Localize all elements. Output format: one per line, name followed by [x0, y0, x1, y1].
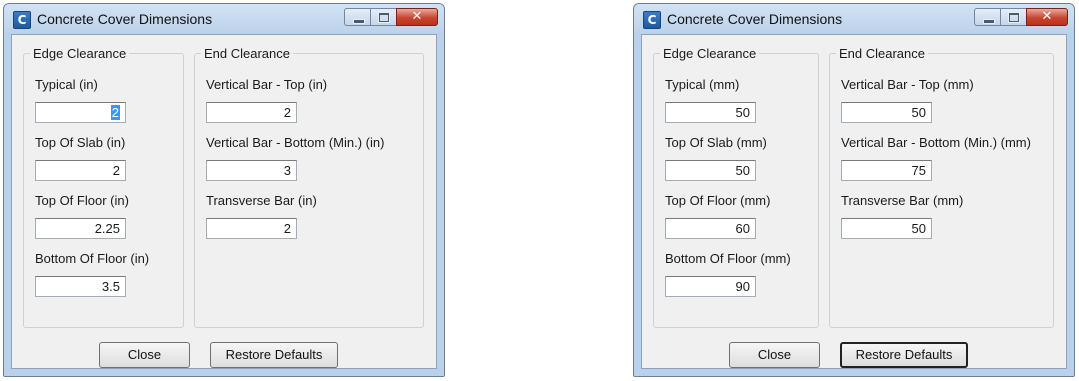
close-button[interactable]: Close [99, 342, 190, 368]
top-of-floor-input[interactable]: 2.25 [35, 218, 126, 239]
end-clearance-group: End Clearance Vertical Bar - Top (in) 2 … [194, 46, 424, 328]
edge-clearance-group: Edge Clearance Typical (in) 2 Top Of Sla… [23, 46, 184, 328]
bottom-of-floor-label: Bottom Of Floor (in) [35, 251, 150, 266]
vertical-bar-bottom-input[interactable]: 75 [841, 160, 932, 181]
restore-defaults-button[interactable]: Restore Defaults [210, 342, 338, 368]
top-of-floor-label: Top Of Floor (mm) [665, 193, 771, 208]
end-clearance-legend: End Clearance [204, 46, 290, 61]
transverse-bar-input[interactable]: 50 [841, 218, 932, 239]
typical-label: Typical (mm) [665, 77, 740, 92]
bottom-of-floor-label: Bottom Of Floor (mm) [665, 251, 791, 266]
vertical-bar-bottom-label: Vertical Bar - Bottom (Min.) (mm) [841, 135, 1031, 150]
caption-buttons: ✕ [974, 8, 1068, 28]
top-of-slab-input[interactable]: 50 [665, 160, 756, 181]
vertical-bar-bottom-input[interactable]: 3 [206, 160, 297, 181]
maximize-icon [379, 13, 389, 22]
edge-clearance-group: Edge Clearance Typical (mm) 50 Top Of Sl… [653, 46, 819, 328]
close-window-button[interactable]: ✕ [1026, 8, 1068, 26]
close-icon: ✕ [1041, 9, 1053, 24]
bottom-of-floor-input[interactable]: 3.5 [35, 276, 126, 297]
close-button[interactable]: Close [729, 342, 820, 368]
top-of-floor-input[interactable]: 60 [665, 218, 756, 239]
vertical-bar-bottom-label: Vertical Bar - Bottom (Min.) (in) [206, 135, 385, 150]
vertical-bar-top-input[interactable]: 2 [206, 102, 297, 123]
close-window-button[interactable]: ✕ [396, 8, 438, 26]
vertical-bar-top-label: Vertical Bar - Top (in) [206, 77, 328, 92]
app-icon: C [643, 11, 661, 29]
vertical-bar-top-input[interactable]: 50 [841, 102, 932, 123]
transverse-bar-label: Transverse Bar (mm) [841, 193, 964, 208]
dialog-inches: C Concrete Cover Dimensions ✕ Edge Clear… [3, 3, 445, 377]
minimize-button[interactable] [974, 8, 1000, 26]
app-icon: C [13, 11, 31, 29]
title-bar[interactable]: C Concrete Cover Dimensions ✕ [634, 4, 1074, 34]
maximize-button[interactable] [370, 8, 396, 26]
window-title: Concrete Cover Dimensions [667, 11, 843, 27]
transverse-bar-input[interactable]: 2 [206, 218, 297, 239]
typical-input[interactable]: 2 [35, 102, 126, 123]
transverse-bar-label: Transverse Bar (in) [206, 193, 317, 208]
end-clearance-group: End Clearance Vertical Bar - Top (mm) 50… [829, 46, 1054, 328]
maximize-button[interactable] [1000, 8, 1026, 26]
restore-defaults-button[interactable]: Restore Defaults [840, 342, 968, 368]
dialog-millimeters: C Concrete Cover Dimensions ✕ Edge Clear… [633, 3, 1075, 377]
dialog-body: Edge Clearance Typical (in) 2 Top Of Sla… [11, 34, 437, 369]
vertical-bar-top-label: Vertical Bar - Top (mm) [841, 77, 974, 92]
edge-clearance-legend: Edge Clearance [33, 46, 127, 61]
top-of-slab-label: Top Of Slab (mm) [665, 135, 767, 150]
window-title: Concrete Cover Dimensions [37, 11, 213, 27]
minimize-icon [353, 19, 365, 24]
title-bar[interactable]: C Concrete Cover Dimensions ✕ [4, 4, 444, 34]
close-icon: ✕ [411, 9, 423, 24]
maximize-icon [1009, 13, 1019, 22]
typical-label: Typical (in) [35, 77, 98, 92]
top-of-slab-label: Top Of Slab (in) [35, 135, 126, 150]
typical-value-selected: 2 [110, 105, 120, 120]
minimize-icon [983, 19, 995, 24]
edge-clearance-legend: Edge Clearance [663, 46, 757, 61]
top-of-slab-input[interactable]: 2 [35, 160, 126, 181]
bottom-of-floor-input[interactable]: 90 [665, 276, 756, 297]
dialog-body: Edge Clearance Typical (mm) 50 Top Of Sl… [641, 34, 1067, 369]
end-clearance-legend: End Clearance [839, 46, 925, 61]
caption-buttons: ✕ [344, 8, 438, 28]
top-of-floor-label: Top Of Floor (in) [35, 193, 129, 208]
minimize-button[interactable] [344, 8, 370, 26]
typical-input[interactable]: 50 [665, 102, 756, 123]
